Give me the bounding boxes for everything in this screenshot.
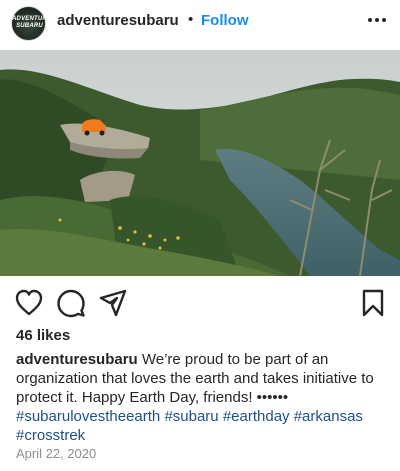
post-image[interactable] — [0, 50, 400, 276]
follow-button[interactable]: Follow — [201, 12, 249, 29]
caption-hashtags: #subarulovestheearth #subaru #earthday #… — [16, 408, 363, 444]
header-separator: • — [188, 11, 194, 28]
paper-plane-icon[interactable] — [98, 288, 128, 318]
action-bar — [0, 282, 400, 322]
comment-bubble-icon[interactable] — [56, 288, 86, 318]
hashtag-link[interactable]: #subarulovestheearth — [16, 408, 160, 425]
post-date: April 22, 2020 — [16, 446, 97, 461]
hashtag-link[interactable]: #earthday — [223, 408, 290, 425]
hashtag-link[interactable]: #subaru — [164, 408, 218, 425]
post-caption: adventuresubaru We’re proud to be part o… — [16, 350, 388, 445]
bookmark-outline-icon[interactable] — [358, 288, 388, 318]
avatar-logo-text: ADVENTURE SUBARU — [12, 16, 45, 29]
more-horizontal-icon[interactable] — [366, 8, 388, 28]
landscape-photo — [0, 50, 400, 276]
likes-count[interactable]: 46 likes — [16, 327, 70, 344]
avatar[interactable]: ADVENTURE SUBARU — [11, 6, 46, 41]
hashtag-link[interactable]: #arkansas — [294, 408, 363, 425]
caption-username[interactable]: adventuresubaru — [16, 351, 138, 368]
post-header: ADVENTURE SUBARU adventuresubaru • Follo… — [0, 0, 400, 50]
username-link[interactable]: adventuresubaru — [57, 12, 179, 29]
hashtag-link[interactable]: #crosstrek — [16, 427, 85, 444]
heart-outline-icon[interactable] — [14, 288, 44, 318]
